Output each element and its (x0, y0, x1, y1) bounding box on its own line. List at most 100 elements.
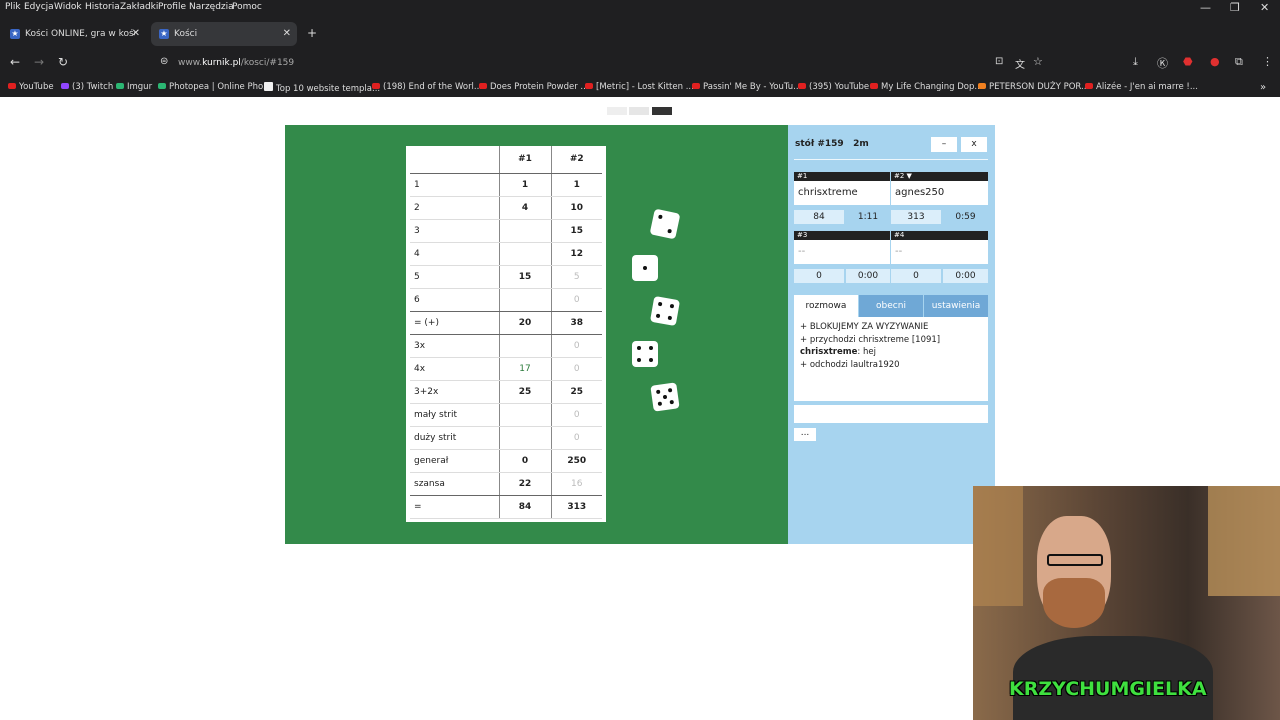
chat-line: + odchodzi laultra1920 (800, 359, 982, 372)
p2-score: 10 (551, 196, 602, 220)
restore-icon[interactable]: ❐ (1230, 1, 1240, 14)
tab-settings[interactable]: ustawienia (924, 295, 988, 317)
die-pip (669, 303, 675, 309)
close-panel-button[interactable]: x (961, 137, 987, 152)
tab-kosci[interactable]: ★ Kości ✕ (151, 22, 297, 46)
more-button[interactable]: ... (794, 428, 816, 441)
slot-3-player[interactable]: -- (794, 240, 890, 264)
die[interactable] (632, 341, 658, 367)
menu-history[interactable]: Historia (85, 2, 120, 12)
browser-chrome: Plik Edycja Widok Historia Zakładki Prof… (0, 0, 1280, 97)
site-info-icon[interactable]: ⊜ (160, 56, 168, 67)
bookmark-item[interactable]: (198) End of the Worl... (372, 82, 482, 92)
tab-chat[interactable]: rozmowa (794, 295, 858, 317)
bookmark-label: My Life Changing Dop... (881, 82, 983, 92)
bookmark-item[interactable]: Does Protein Powder ... (479, 82, 589, 92)
forward-icon[interactable]: → (34, 55, 44, 69)
extensions-icon[interactable]: ⧉ (1235, 55, 1243, 69)
row-label: mały strit (410, 403, 500, 427)
new-tab-icon[interactable]: + (307, 26, 317, 40)
p1-score[interactable] (499, 288, 552, 312)
menu-edit[interactable]: Edycja (24, 2, 54, 12)
chat-log: + BLOKUJEMY ZA WYZYWANIE + przychodzi ch… (794, 317, 988, 401)
slot-2-player[interactable]: agnes250 (891, 181, 988, 205)
bookmark-item[interactable]: [Metric] - Lost Kitten ... (585, 82, 694, 92)
bookmark-item[interactable]: Photopea | Online Pho... (158, 82, 271, 92)
menu-bar: Plik Edycja Widok Historia Zakładki Prof… (0, 0, 1280, 16)
die[interactable] (649, 208, 681, 240)
slot-2-time: 0:59 (955, 212, 976, 222)
reload-icon[interactable]: ↻ (58, 55, 68, 69)
slot-4-score: 0 (891, 269, 941, 283)
bookmark-item[interactable]: Top 10 website templa... (264, 82, 380, 94)
bookmark-item[interactable]: My Life Changing Dop... (870, 82, 983, 92)
row-label: generał (410, 449, 500, 473)
p1-total: 84 (499, 495, 552, 519)
divider (794, 159, 988, 160)
bookmark-item[interactable]: Passin' Me By - YouTu... (692, 82, 801, 92)
translate-icon[interactable]: 文 (1015, 56, 1025, 71)
chat-text: : hej (857, 347, 876, 357)
bookmark-item[interactable]: PETERSON DUŻY POR... (978, 82, 1089, 92)
die[interactable] (649, 295, 681, 327)
tab-present[interactable]: obecni (859, 295, 923, 317)
score-row: 4x 17 0 (410, 357, 602, 381)
close-window-icon[interactable]: ✕ (1260, 1, 1269, 14)
p1-score-suggested[interactable]: 17 (499, 357, 552, 381)
install-app-icon[interactable]: ⊡ (995, 56, 1003, 67)
header-label (410, 146, 500, 174)
close-tab-icon[interactable]: ✕ (283, 28, 291, 39)
youtube-extension-icon[interactable]: ● (1210, 55, 1220, 68)
extension-k-icon[interactable]: Ⓚ (1157, 55, 1168, 71)
menu-help[interactable]: Pomoc (232, 2, 262, 12)
chat-text: + BLOKUJEMY ZA WYZYWANIE (800, 322, 929, 332)
menu-bookmarks[interactable]: Zakładki (120, 2, 158, 12)
row-label: 3+2x (410, 380, 500, 404)
p2-score: 0 (551, 426, 602, 450)
menu-tools[interactable]: Narzędzia (189, 2, 234, 12)
download-icon[interactable]: ⤓ (1133, 55, 1138, 69)
address-bar: ← → ↻ ⊜ www.kurnik.pl/kosci/#159 ⊡ 文 ☆ ⤓… (0, 50, 1280, 76)
tab-kosci-online[interactable]: ★ Kości ONLINE, gra w kości, zagr ✕ (2, 22, 146, 46)
menu-kebab-icon[interactable]: ⋮ (1262, 55, 1273, 68)
close-tab-icon[interactable]: ✕ (132, 28, 140, 39)
die-pip (649, 358, 653, 362)
bookmark-item[interactable]: YouTube (8, 82, 54, 92)
adblock-icon[interactable]: ⬣ (1183, 55, 1193, 68)
mini-button-active[interactable] (652, 107, 672, 115)
bookmark-item[interactable]: (3) Twitch (61, 82, 113, 92)
p1-score[interactable] (499, 334, 552, 358)
p1-score: 20 (499, 311, 552, 335)
more-bookmarks-icon[interactable]: » (1260, 82, 1266, 93)
minimize-icon[interactable]: — (1200, 1, 1211, 14)
chat-input[interactable] (794, 405, 988, 423)
slot-4-player[interactable]: -- (891, 240, 988, 264)
menu-file[interactable]: Plik (5, 2, 21, 12)
p1-score[interactable] (499, 242, 552, 266)
chat-text: + odchodzi laultra1920 (800, 359, 900, 370)
p1-score[interactable] (499, 219, 552, 243)
slot-3-header: #3 (794, 231, 890, 240)
mini-button[interactable] (607, 107, 627, 115)
bookmark-item[interactable]: (395) YouTube (798, 82, 869, 92)
row-label: = (410, 495, 500, 519)
die[interactable] (650, 382, 680, 412)
menu-view[interactable]: Widok (54, 2, 82, 12)
bookmark-star-icon[interactable]: ☆ (1033, 55, 1043, 68)
minimize-panel-button[interactable]: – (931, 137, 957, 152)
mini-button[interactable] (629, 107, 649, 115)
bookmark-item[interactable]: Alizée - J'en ai marre !... (1085, 82, 1198, 92)
slot-1-player[interactable]: chrisxtreme (794, 181, 890, 205)
slot-4-time: 0:00 (943, 269, 988, 283)
chat-line: + przychodzi chrisxtreme [1091] (800, 334, 982, 347)
slot-2-score: 313 (891, 210, 941, 224)
die-pip (649, 346, 653, 350)
die[interactable] (632, 255, 658, 281)
p2-score: 0 (551, 357, 602, 381)
p1-score[interactable] (499, 403, 552, 427)
url-field[interactable]: www.kurnik.pl/kosci/#159 (178, 58, 294, 68)
menu-profiles[interactable]: Profile (158, 2, 186, 12)
p1-score[interactable] (499, 426, 552, 450)
back-icon[interactable]: ← (10, 55, 20, 69)
bookmark-item[interactable]: Imgur (116, 82, 152, 92)
